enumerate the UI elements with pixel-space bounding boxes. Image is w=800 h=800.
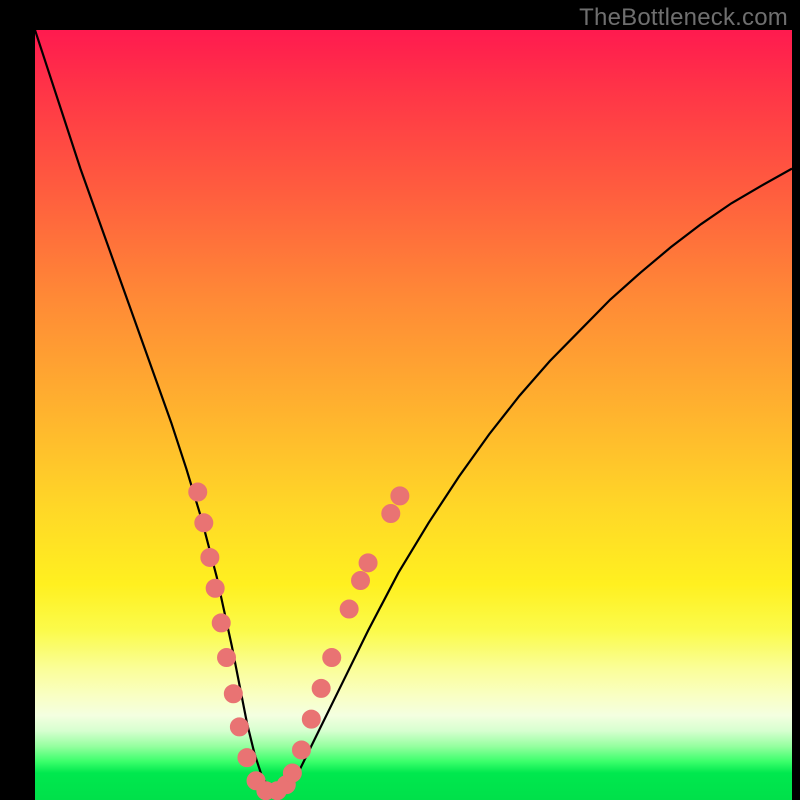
curve-marker (391, 487, 409, 505)
curve-marker (201, 548, 219, 566)
bottleneck-curve-svg (35, 30, 792, 800)
curve-marker (218, 649, 236, 667)
curve-marker (206, 579, 224, 597)
curve-marker (382, 505, 400, 523)
curve-marker (283, 764, 301, 782)
curve-marker (292, 741, 310, 759)
curve-markers (189, 483, 409, 800)
curve-marker (359, 554, 377, 572)
curve-marker (195, 514, 213, 532)
curve-marker (302, 710, 320, 728)
bottleneck-curve-path (35, 30, 792, 792)
watermark-text: TheBottleneck.com (579, 4, 788, 32)
curve-marker (189, 483, 207, 501)
chart-plot-area (35, 30, 792, 800)
curve-marker (340, 600, 358, 618)
curve-marker (224, 685, 242, 703)
chart-frame: TheBottleneck.com (0, 0, 800, 800)
curve-marker (312, 679, 330, 697)
curve-marker (212, 614, 230, 632)
curve-marker (230, 718, 248, 736)
curve-marker (238, 749, 256, 767)
curve-marker (352, 572, 370, 590)
curve-marker (323, 649, 341, 667)
